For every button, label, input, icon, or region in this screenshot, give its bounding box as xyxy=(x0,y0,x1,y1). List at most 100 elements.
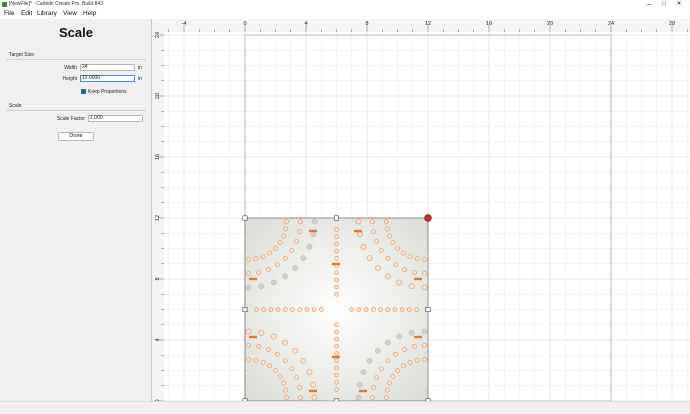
peg-hole xyxy=(408,283,415,290)
peg-hole xyxy=(311,218,318,225)
peg-hole xyxy=(360,369,367,376)
peg-hole xyxy=(334,387,339,392)
ruler-x-label: 16 xyxy=(486,21,492,27)
peg-hole xyxy=(334,270,339,275)
peg-hole xyxy=(283,387,289,393)
ruler-y-label: 12 xyxy=(155,215,161,221)
peg-hole xyxy=(384,219,389,224)
peg-hole xyxy=(387,380,392,386)
width-label: Width xyxy=(64,65,77,71)
peg-hole xyxy=(408,329,415,336)
peg-hole xyxy=(374,265,381,272)
peg-hole xyxy=(334,292,339,297)
peg-hole xyxy=(261,307,266,312)
peg-hole xyxy=(414,357,420,363)
peg-hole xyxy=(402,347,407,352)
peg-hole xyxy=(422,271,427,276)
peg-hole xyxy=(292,265,299,272)
title-bar: [NewFile]* - Carbide Create Pro, Build 8… xyxy=(0,0,690,9)
keep-proportions-checkbox[interactable] xyxy=(81,89,86,94)
peg-hole xyxy=(300,357,307,364)
resize-handle xyxy=(242,306,248,312)
ruler-y-label: 8 xyxy=(155,277,161,280)
peg-hole xyxy=(370,395,375,400)
vertical-ruler xyxy=(153,19,164,401)
peg-hole xyxy=(266,267,271,272)
divider xyxy=(6,59,146,60)
peg-hole xyxy=(292,347,299,354)
app-icon xyxy=(2,2,7,7)
menu-help[interactable]: Help xyxy=(83,10,96,17)
peg-hole xyxy=(273,368,278,373)
peg-hole xyxy=(371,385,376,390)
menu-library[interactable]: Library xyxy=(37,10,57,17)
peg-hole xyxy=(256,270,261,275)
peg-hole xyxy=(407,360,413,365)
peg-hole xyxy=(385,358,391,364)
done-button[interactable]: Done xyxy=(58,132,94,141)
peg-hole xyxy=(284,219,289,224)
peg-hole xyxy=(334,336,339,342)
peg-hole xyxy=(334,351,339,356)
maximize-button[interactable]: □ xyxy=(658,0,670,9)
peg-hole xyxy=(334,234,339,239)
peg-hole xyxy=(407,254,413,259)
peg-hole xyxy=(334,372,339,378)
peg-hole xyxy=(334,284,339,290)
width-field[interactable]: 24 xyxy=(80,64,135,71)
design-label xyxy=(359,389,367,393)
peg-hole xyxy=(374,347,381,354)
width-unit: in xyxy=(138,65,142,71)
ruler-x-label: 0 xyxy=(243,21,246,27)
peg-hole xyxy=(402,267,407,272)
peg-hole xyxy=(281,233,286,239)
design-label xyxy=(332,355,340,359)
divider xyxy=(6,110,146,111)
peg-hole xyxy=(412,344,417,349)
peg-hole xyxy=(334,227,339,232)
scale-panel: Scale Target Size Width 24 in Height 12.… xyxy=(0,19,152,401)
peg-hole xyxy=(360,243,367,250)
peg-hole xyxy=(401,250,406,256)
canvas-svg[interactable]: -40481216202428 24201612840 xyxy=(153,19,690,404)
peg-hole xyxy=(290,307,295,312)
peg-hole xyxy=(246,357,251,362)
ruler-x-label: 8 xyxy=(365,21,368,27)
peg-hole xyxy=(253,256,259,262)
ruler-x-label: 20 xyxy=(547,21,553,27)
ruler-y-label: 16 xyxy=(155,154,161,160)
peg-hole xyxy=(371,307,376,312)
design-label xyxy=(414,277,422,281)
peg-hole xyxy=(289,366,295,371)
peg-hole xyxy=(246,271,251,276)
menu-bar: File Edit Library View Help xyxy=(0,9,690,19)
design-label xyxy=(249,277,257,281)
peg-hole xyxy=(258,283,265,290)
height-field[interactable]: 12.0000 xyxy=(80,75,135,82)
design-canvas[interactable]: -40481216202428 24201612840 xyxy=(153,19,690,404)
peg-hole xyxy=(334,277,339,283)
scale-heading: Scale xyxy=(9,103,22,109)
peg-hole xyxy=(282,358,288,364)
menu-file[interactable]: File xyxy=(4,10,14,17)
menu-edit[interactable]: Edit xyxy=(21,10,32,17)
close-button[interactable]: ✕ xyxy=(673,0,685,9)
peg-hole xyxy=(282,273,289,280)
menu-view[interactable]: View xyxy=(63,10,77,17)
peg-hole xyxy=(306,369,313,376)
peg-hole xyxy=(355,394,362,401)
peg-hole xyxy=(311,394,318,401)
ruler-y-label: 4 xyxy=(155,338,161,341)
peg-hole xyxy=(270,333,277,340)
peg-hole xyxy=(283,226,289,232)
peg-hole xyxy=(370,219,375,224)
peg-hole xyxy=(378,366,384,371)
scale-factor-field[interactable]: 1.000 xyxy=(88,115,143,122)
peg-hole xyxy=(366,255,373,262)
scale-factor-label: Scale Factor xyxy=(56,116,85,122)
minimize-button[interactable]: – xyxy=(643,0,655,9)
ruler-y-label: 20 xyxy=(155,93,161,99)
peg-hole xyxy=(297,307,302,312)
peg-hole xyxy=(275,307,281,312)
peg-hole xyxy=(393,262,398,268)
